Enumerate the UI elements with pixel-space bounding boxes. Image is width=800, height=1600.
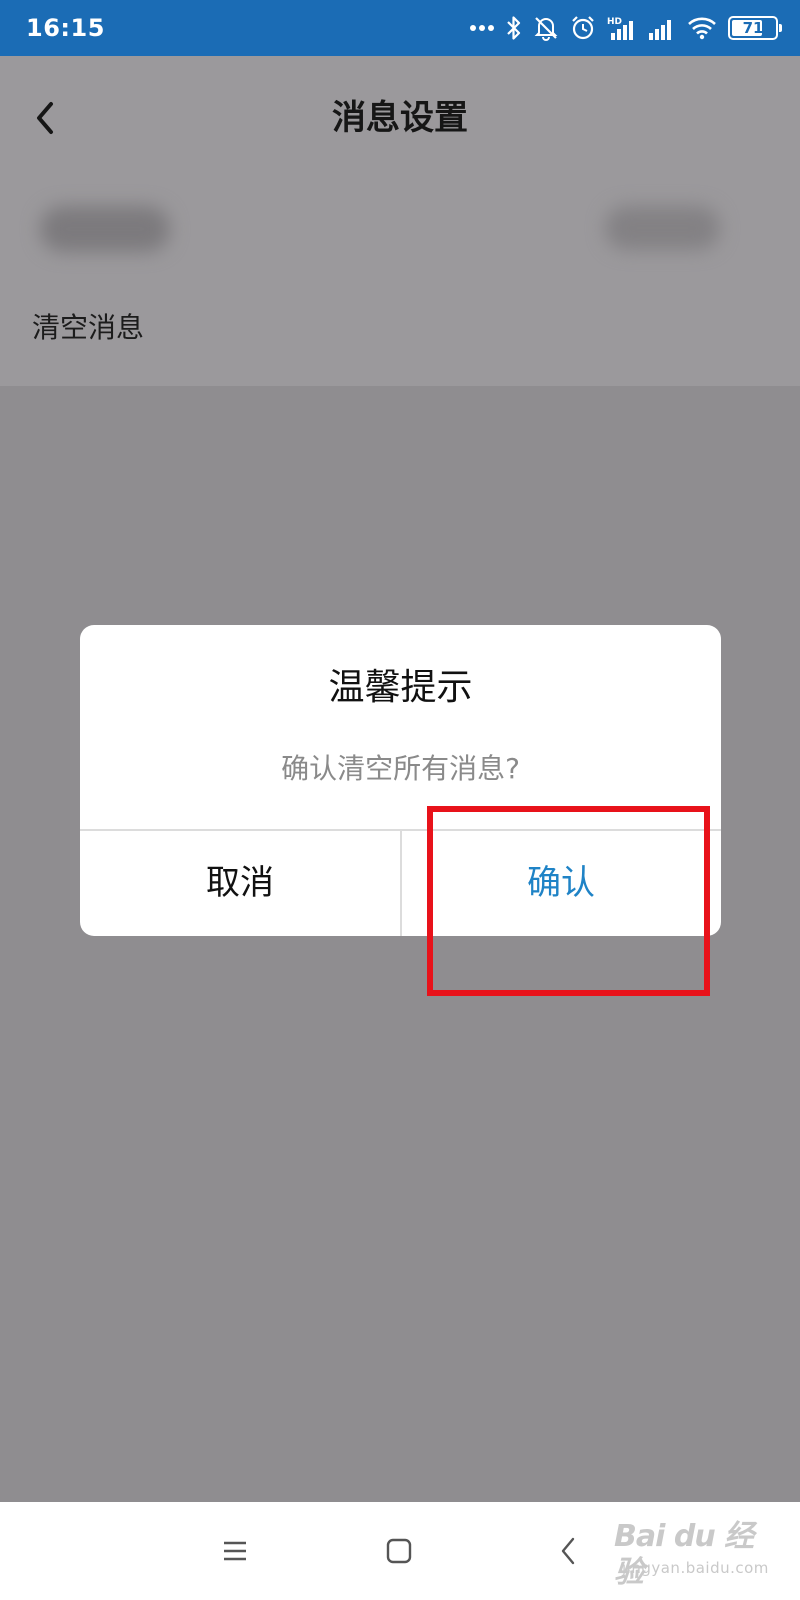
status-icons: HD 71 <box>469 15 782 41</box>
status-time: 16:15 <box>26 14 105 42</box>
confirm-button[interactable]: 确认 <box>401 830 721 936</box>
nav-menu-button[interactable] <box>212 1528 258 1574</box>
nav-home-button[interactable] <box>376 1528 422 1574</box>
clear-messages-item[interactable]: 清空消息 <box>0 282 800 378</box>
hd-signal-icon: HD <box>607 15 637 41</box>
battery-percent: 71 <box>742 19 764 37</box>
more-dots-icon <box>469 24 495 32</box>
dialog-title: 温馨提示 <box>328 667 473 708</box>
svg-text:HD: HD <box>607 17 622 27</box>
page-content: 消息设置 清空消息 <box>0 56 800 386</box>
clear-messages-label: 清空消息 <box>32 311 145 344</box>
wifi-icon <box>687 16 717 40</box>
status-bar: 16:15 HD 71 <box>0 0 800 56</box>
cancel-button[interactable]: 取消 <box>80 830 400 936</box>
home-icon <box>386 1538 412 1564</box>
dialog-message: 确认清空所有消息? <box>281 752 520 785</box>
blurred-content <box>605 206 720 250</box>
page-title: 消息设置 <box>332 98 468 138</box>
blurred-content <box>40 206 170 252</box>
back-icon <box>561 1537 575 1565</box>
mute-bell-icon <box>533 15 559 41</box>
menu-icon <box>224 1541 246 1561</box>
alarm-icon <box>570 15 596 41</box>
nav-back-button[interactable] <box>545 1528 591 1574</box>
navigation-bar <box>0 1502 800 1600</box>
bluetooth-icon <box>506 15 522 41</box>
battery-icon: 71 <box>728 16 782 40</box>
confirm-dialog: 温馨提示 确认清空所有消息? 取消 确认 <box>80 625 721 936</box>
signal-icon <box>648 15 676 41</box>
